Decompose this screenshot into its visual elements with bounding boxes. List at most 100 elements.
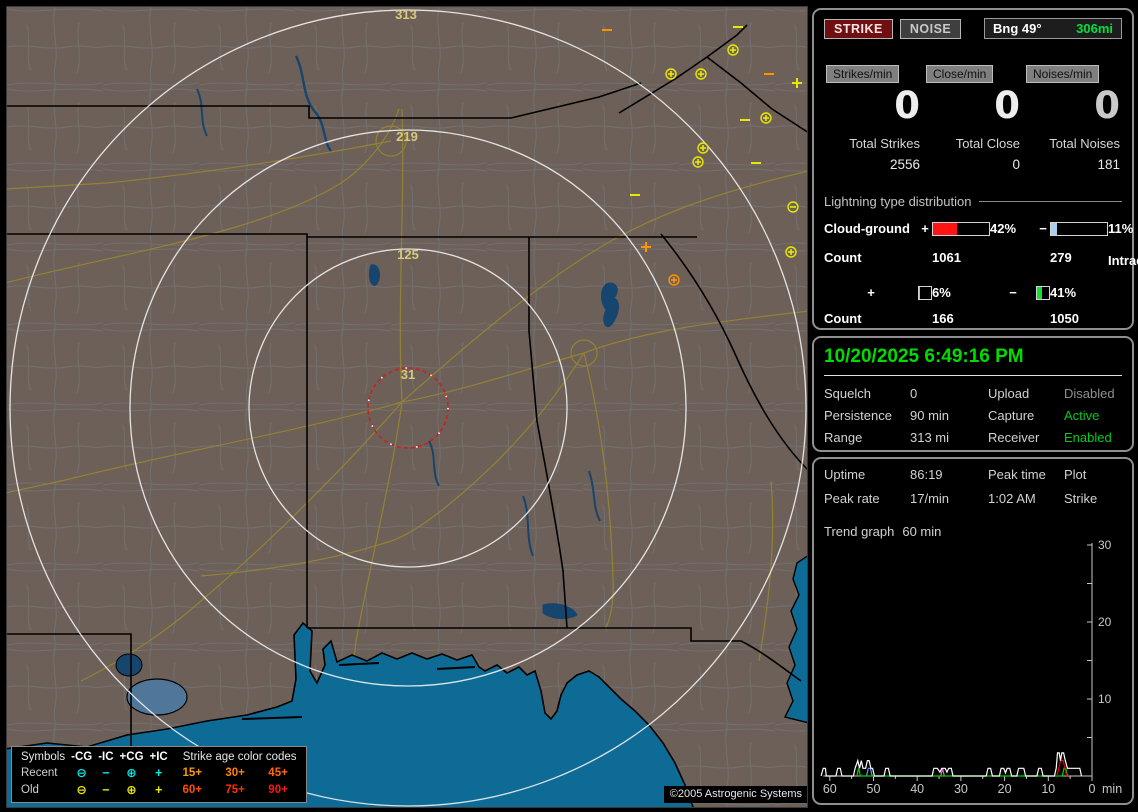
svg-text:10: 10 — [1041, 782, 1055, 796]
svg-text:30: 30 — [954, 782, 968, 796]
radar-map[interactable]: 313 219 125 31 Symbols -CG -IC +CG +IC Stri… — [6, 6, 808, 808]
distribution-table: Cloud-ground + 42% − 11% Count 1061 279 … — [824, 221, 1122, 326]
range-value: 313 mi — [910, 430, 988, 445]
capture-label: Capture — [988, 408, 1064, 423]
close-counter-column: Close/min 0 Total Close 0 — [926, 65, 1020, 172]
strike-age-code: 90+ — [257, 781, 300, 798]
peak-rate-value: 17/min — [910, 491, 988, 506]
legend-symbol-cg-neg-icon: ⊖ — [68, 781, 95, 798]
cg-negative-bar — [1050, 222, 1108, 236]
ic-positive-count: 166 — [932, 311, 990, 326]
svg-text:10: 10 — [1098, 692, 1112, 706]
squelch-label: Squelch — [824, 386, 910, 401]
divider-line — [979, 201, 1122, 202]
divider-line — [824, 375, 1122, 376]
noises-counter-column: Noises/min 0 Total Noises 181 — [1026, 65, 1120, 172]
ic-negative-count: 1050 — [1050, 311, 1108, 326]
strike-stats-panel: STRIKE NOISE Bng 49° 306mi Strikes/min 0… — [812, 8, 1134, 330]
close-per-min-chip: Close/min — [926, 65, 993, 83]
strike-age-code: 30+ — [214, 764, 257, 781]
cg-positive-count: 1061 — [932, 250, 990, 265]
total-close-label: Total Close — [926, 136, 1020, 151]
cg-positive-pct: 42% — [990, 221, 1036, 236]
trend-graph: 10 20 30 60 50 40 30 20 10 0 min — [816, 535, 1130, 801]
cg-count-label: Count — [824, 250, 918, 265]
total-noises-label: Total Noises — [1026, 136, 1120, 151]
peak-time-value: 1:02 AM — [988, 491, 1064, 506]
map-legend: Symbols -CG -IC +CG +IC Strike age color… — [11, 746, 307, 803]
total-strikes-label: Total Strikes — [826, 136, 920, 151]
peak-time-label: Peak time — [988, 467, 1064, 482]
capture-status: Active — [1064, 408, 1122, 423]
strikes-per-min-value: 0 — [826, 85, 920, 127]
strike-age-code: 45+ — [257, 764, 300, 781]
svg-text:20: 20 — [998, 782, 1012, 796]
cg-negative-pct: 11% — [1108, 221, 1138, 236]
svg-text:0: 0 — [1089, 782, 1096, 796]
svg-text:50: 50 — [867, 782, 881, 796]
persistence-label: Persistence — [824, 408, 910, 423]
ic-positive-bar — [918, 286, 932, 300]
legend-symbol-cg-neg-icon: ⊖ — [68, 764, 95, 781]
uptime-value: 86:19 — [910, 467, 988, 482]
range-value: 306mi — [1076, 21, 1113, 36]
legend-age-title: Strike age color codes — [171, 750, 300, 764]
total-noises-value: 181 — [1026, 157, 1120, 172]
legend-symbol-ic-pos-icon: + — [147, 781, 171, 798]
plot-mode-value: Strike — [1064, 491, 1122, 506]
intracloud-label: Intracloud — [1108, 253, 1138, 268]
squelch-value: 0 — [910, 386, 988, 401]
legend-symbol-cg-pos-icon: ⊕ — [117, 764, 147, 781]
map-canvas: 313 219 125 31 — [7, 7, 807, 807]
strike-toggle-button[interactable]: STRIKE — [824, 19, 893, 39]
legend-row-label: Old — [18, 781, 68, 798]
strike-age-code: 15+ — [171, 764, 214, 781]
legend-symbol-ic-neg-icon: − — [95, 764, 116, 781]
receiver-status: Enabled — [1064, 430, 1122, 445]
persistence-value: 90 min — [910, 408, 988, 423]
noises-per-min-chip: Noises/min — [1026, 65, 1099, 83]
cloud-ground-label: Cloud-ground — [824, 221, 918, 236]
total-strikes-value: 2556 — [826, 157, 920, 172]
ic-count-label: Count — [824, 311, 918, 326]
svg-text:40: 40 — [910, 782, 924, 796]
cg-positive-bar — [932, 222, 990, 236]
svg-text:219: 219 — [396, 129, 418, 144]
ic-negative-pct: 41% — [1050, 285, 1108, 300]
trend-panel: Uptime 86:19 Peak time Plot Peak rate 17… — [812, 457, 1134, 805]
copyright: ©2005 Astrogenic Systems — [664, 786, 807, 803]
legend-row-label: Recent — [18, 764, 68, 781]
strikes-per-min-chip: Strikes/min — [826, 65, 899, 83]
peak-rate-label: Peak rate — [824, 491, 910, 506]
svg-text:30: 30 — [1098, 538, 1112, 552]
strike-age-code: 75+ — [214, 781, 257, 798]
legend-symbol-ic-pos-icon: + — [147, 764, 171, 781]
status-panel: 10/20/2025 6:49:16 PM Squelch 0 Upload D… — [812, 336, 1134, 452]
datetime-display: 10/20/2025 6:49:16 PM — [824, 346, 1122, 368]
uptime-label: Uptime — [824, 467, 910, 482]
legend-symbol-cg-pos-icon: ⊕ — [117, 781, 147, 798]
svg-text:125: 125 — [397, 247, 419, 262]
svg-text:20: 20 — [1098, 615, 1112, 629]
ic-positive-pct: 6% — [932, 285, 990, 300]
bearing-value: Bng 49° — [993, 21, 1042, 36]
legend-symbol-ic-neg-icon: − — [95, 781, 116, 798]
bearing-range-display[interactable]: Bng 49° 306mi — [984, 18, 1122, 39]
strike-age-code: 60+ — [171, 781, 214, 798]
svg-text:min: min — [1102, 782, 1122, 796]
svg-text:313: 313 — [395, 7, 417, 22]
upload-status: Disabled — [1064, 386, 1122, 401]
strikes-counter-column: Strikes/min 0 Total Strikes 2556 — [826, 65, 920, 172]
distribution-title: Lightning type distribution — [824, 194, 971, 209]
plot-label: Plot — [1064, 467, 1122, 482]
upload-label: Upload — [988, 386, 1064, 401]
close-per-min-value: 0 — [926, 85, 1020, 127]
noises-per-min-value: 0 — [1026, 85, 1120, 127]
legend-symbols-label: Symbols — [18, 750, 68, 764]
svg-text:31: 31 — [401, 367, 415, 382]
range-label: Range — [824, 430, 910, 445]
cg-negative-count: 279 — [1050, 250, 1108, 265]
receiver-label: Receiver — [988, 430, 1064, 445]
noise-toggle-button[interactable]: NOISE — [900, 19, 961, 39]
svg-text:60: 60 — [823, 782, 837, 796]
